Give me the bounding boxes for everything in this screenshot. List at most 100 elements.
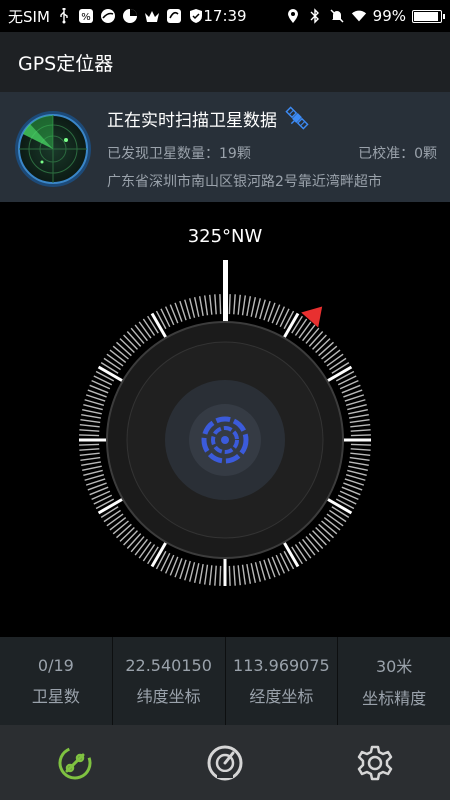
scan-info-card: 正在实时扫描卫星数据 已发现卫星数量：19颗 已校准：0颗 广东省深圳市南山区银… — [0, 92, 450, 202]
compass-tick — [250, 563, 257, 583]
compass-tick — [83, 404, 103, 411]
compass-tick — [329, 357, 347, 371]
bluetooth-icon — [307, 8, 323, 24]
battery-percent: 99% — [372, 7, 406, 25]
compass-tick — [81, 461, 102, 467]
compass-tick — [209, 294, 213, 315]
compass-tick — [321, 345, 338, 360]
compass-tick — [142, 318, 156, 336]
stat-value: 22.540150 — [125, 655, 212, 675]
compass-tick — [84, 474, 105, 481]
compass-tick — [250, 297, 257, 317]
compass-tick — [329, 509, 347, 523]
compass-tick — [219, 294, 222, 315]
compass-dial[interactable] — [0, 250, 450, 630]
compass-tick — [241, 564, 247, 585]
scan-count-row: 已发现卫星数量：19颗 已校准：0颗 — [107, 143, 437, 163]
compass-tick — [315, 527, 331, 542]
location-link-icon — [58, 746, 92, 779]
compass-tick — [318, 523, 334, 539]
stat-label: 经度坐标 — [249, 686, 314, 706]
compass-tick — [228, 294, 231, 315]
compass-tick — [259, 299, 266, 320]
compass-tick — [81, 413, 102, 419]
compass-tick — [323, 517, 341, 531]
compass-tick — [241, 295, 247, 316]
satellite-icon — [285, 106, 309, 130]
compass-tick — [80, 456, 101, 462]
address-text: 广东省深圳市南山区银河路2号靠近湾畔超市 — [107, 174, 382, 190]
compass-tick — [203, 295, 209, 316]
status-right-group: 99% — [285, 0, 445, 32]
compass-tick — [214, 294, 217, 315]
compass-tick — [348, 413, 369, 419]
nav-settings-tab[interactable] — [350, 738, 400, 788]
compass-tick — [321, 520, 338, 535]
north-marker-triangle — [301, 306, 323, 328]
compass-tick — [189, 562, 196, 582]
compass-tick — [228, 565, 231, 586]
scan-title: 正在实时扫描卫星数据 — [107, 104, 311, 132]
wifi-icon — [351, 8, 367, 24]
compass-tick — [138, 321, 152, 339]
compass-tick — [112, 520, 129, 535]
compass-tick — [126, 533, 142, 549]
compass-tick — [347, 404, 367, 411]
scan-title-text: 正在实时扫描卫星数据 — [107, 110, 277, 131]
location-pin-icon — [285, 8, 301, 24]
compass-tick — [308, 533, 324, 549]
compass-tick — [142, 544, 156, 562]
compass-tick — [348, 465, 368, 472]
compass-tick — [305, 327, 320, 344]
compass-tick — [116, 523, 132, 539]
compass-tick — [350, 452, 371, 456]
compass-tick — [79, 443, 100, 446]
compass-tick — [84, 399, 105, 406]
compass-tick — [298, 321, 312, 339]
compass-tick — [119, 338, 135, 353]
compass-tick — [79, 452, 100, 456]
compass-tick — [198, 563, 204, 584]
compass-tick — [326, 353, 344, 367]
radar-icon — [15, 111, 91, 187]
status-bar: 无SIM % 17:39 99% — [0, 0, 450, 32]
compass-tick — [193, 563, 200, 583]
compass-tick — [189, 298, 196, 318]
compass-tick — [345, 474, 366, 481]
nav-speed-tab[interactable] — [200, 738, 250, 788]
compass-tick — [130, 536, 145, 553]
compass-tick — [119, 527, 135, 542]
compass-tick — [193, 297, 200, 317]
compass-tick — [294, 318, 308, 336]
compass-tick — [348, 461, 369, 467]
page-title: GPS定位器 — [18, 52, 114, 75]
compass-tick — [80, 418, 101, 424]
bottom-nav — [0, 725, 450, 800]
mute-bell-icon — [329, 8, 345, 24]
compass-tick — [350, 424, 371, 428]
compass-tick — [79, 429, 100, 432]
compass-tick — [79, 434, 100, 437]
compass-tick — [123, 530, 138, 546]
satellites-found: 已发现卫星数量：19颗 — [107, 146, 251, 162]
nav-location-tab[interactable] — [50, 738, 100, 788]
compass-tick — [209, 565, 213, 586]
stat-latitude: 22.540150 纬度坐标 — [113, 637, 226, 725]
compass-tick — [305, 536, 320, 553]
compass-tick — [345, 399, 366, 406]
stat-label: 纬度坐标 — [136, 686, 201, 706]
compass-tick — [214, 565, 217, 586]
compass-tick — [308, 331, 324, 347]
stat-value: 113.969075 — [233, 655, 330, 675]
stat-accuracy: 30米 坐标精度 — [338, 637, 450, 725]
stat-label: 卫星数 — [31, 686, 80, 706]
compass-tick — [349, 418, 370, 424]
compass-tick — [138, 541, 152, 559]
compass-tick — [203, 564, 209, 585]
compass-tick — [103, 357, 121, 371]
compass-tick — [233, 565, 236, 586]
compass-tick — [109, 349, 127, 363]
compass-tick — [350, 434, 371, 437]
stats-panel: 0/19 卫星数 22.540150 纬度坐标 113.969075 经度坐标 … — [0, 637, 450, 725]
compass-tick — [184, 299, 191, 320]
